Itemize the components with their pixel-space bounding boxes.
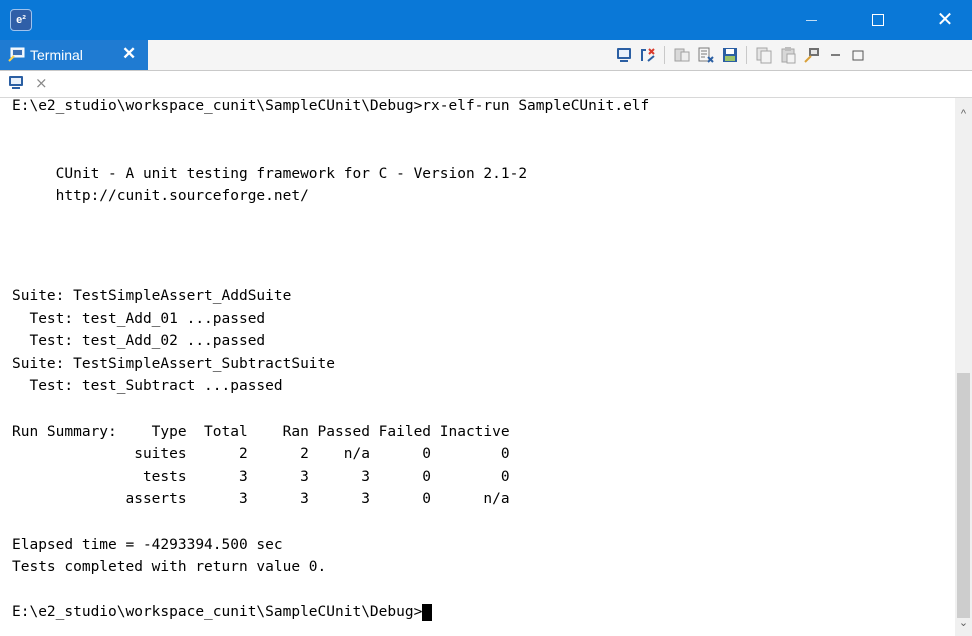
tab-close-icon[interactable]: ✕ <box>122 44 136 64</box>
terminal-line: http://cunit.sourceforge.net/ <box>12 188 309 205</box>
terminal-prompt: E:\e2_studio\workspace_cunit\SampleCUnit… <box>12 604 423 621</box>
terminal-connect-icon <box>8 47 25 62</box>
minimize-view-icon[interactable] <box>849 46 867 64</box>
clear-console-icon[interactable] <box>697 46 715 64</box>
terminal-output[interactable]: E:\e2_studio\workspace_cunit\SampleCUnit… <box>0 98 954 636</box>
scrollbar-thumb[interactable] <box>957 373 970 618</box>
terminal-line: tests 3 3 3 0 0 <box>12 468 510 485</box>
terminal-icon[interactable] <box>615 46 633 64</box>
disconnect-icon[interactable] <box>673 46 691 64</box>
window-titlebar: e² ✕ <box>0 0 972 40</box>
minimize-window-button[interactable] <box>788 0 834 40</box>
terminal-line: Test: test_Add_01 ...passed <box>12 310 266 327</box>
terminal-subtab-bar: ⨯ <box>0 71 972 98</box>
terminal-line: E:\e2_studio\workspace_cunit\SampleCUnit… <box>12 98 650 114</box>
scroll-up-arrow-icon[interactable]: ^ <box>955 108 972 122</box>
toolbar-separator <box>664 46 665 64</box>
scroll-down-arrow-icon[interactable]: ⌄ <box>955 616 972 630</box>
close-window-button[interactable]: ✕ <box>922 0 968 40</box>
terminal-line: Test: test_Subtract ...passed <box>12 378 283 395</box>
e2studio-app-icon: e² <box>10 9 32 31</box>
save-icon[interactable] <box>721 46 739 64</box>
terminal-prompt-line[interactable]: E:\e2_studio\workspace_cunit\SampleCUnit… <box>12 604 433 622</box>
tab-terminal-label: Terminal <box>30 47 83 63</box>
view-tab-bar: Terminal ✕ <box>0 40 972 71</box>
terminal-line: Suite: TestSimpleAssert_SubtractSuite <box>12 355 336 372</box>
maximize-window-button[interactable] <box>855 0 901 40</box>
paste-icon[interactable] <box>779 46 797 64</box>
toolbar-separator <box>746 46 747 64</box>
terminal-line: Tests completed with return value 0. <box>12 559 327 576</box>
terminal-line: suites 2 2 n/a 0 0 <box>12 446 510 463</box>
copy-icon[interactable] <box>755 46 773 64</box>
text-cursor <box>422 604 433 622</box>
terminal-line: Elapsed time = -4293394.500 sec <box>12 536 283 553</box>
vertical-scrollbar[interactable]: ^ ⌄ <box>955 98 972 636</box>
terminal-line: CUnit - A unit testing framework for C -… <box>12 165 528 182</box>
terminal-line: asserts 3 3 3 0 n/a <box>12 491 510 508</box>
tab-terminal[interactable]: Terminal ✕ <box>0 40 148 70</box>
close-terminal-icon[interactable]: ⨯ <box>35 74 48 92</box>
settings-icon[interactable] <box>803 46 821 64</box>
terminal-icon[interactable] <box>8 75 24 91</box>
terminal-line: Test: test_Add_02 ...passed <box>12 333 266 350</box>
terminal-line: Run Summary: Type Total Ran Passed Faile… <box>12 423 510 440</box>
connect-icon[interactable] <box>639 46 657 64</box>
view-menu-icon[interactable] <box>827 46 845 64</box>
terminal-line: Suite: TestSimpleAssert_AddSuite <box>12 288 292 304</box>
